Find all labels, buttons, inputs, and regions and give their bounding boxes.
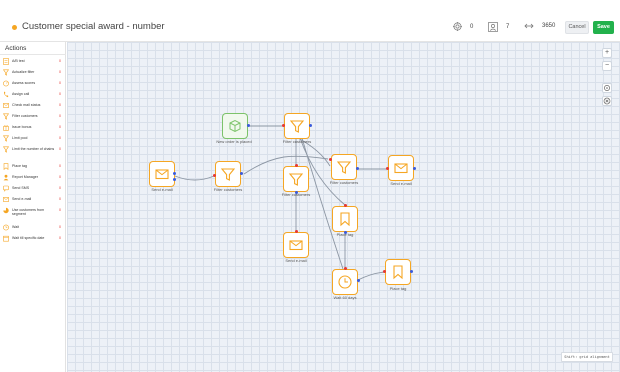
node-place-tag-mid[interactable] xyxy=(332,206,358,232)
node-label: Send e-mail xyxy=(390,181,412,186)
port-out[interactable] xyxy=(357,279,360,282)
mail-icon xyxy=(155,169,169,180)
node-label: Filter customers xyxy=(281,192,311,197)
port-in[interactable] xyxy=(344,267,347,270)
port-out[interactable] xyxy=(247,124,250,127)
filter-icon xyxy=(220,168,236,181)
node-filter-top[interactable] xyxy=(284,113,310,139)
port-in[interactable] xyxy=(295,164,298,167)
filter-icon xyxy=(288,173,304,186)
node-label: Filter customers xyxy=(282,139,312,144)
port-in[interactable] xyxy=(386,167,389,170)
node-send-mail-bottom[interactable] xyxy=(283,232,309,258)
mail-icon xyxy=(289,240,303,251)
app-window: Customer special award - number 0 7 3650… xyxy=(0,0,620,372)
node-send-mail-left[interactable] xyxy=(149,161,175,187)
node-label: Place tag xyxy=(389,286,407,291)
port-in[interactable] xyxy=(344,204,347,207)
box-icon xyxy=(229,119,241,133)
node-label: Send e-mail xyxy=(151,187,173,192)
tag-icon xyxy=(393,265,403,280)
node-filter-mid[interactable] xyxy=(283,166,309,192)
node-wait[interactable] xyxy=(332,269,358,295)
close-circle-icon xyxy=(603,97,611,105)
node-label: Send e-mail xyxy=(285,258,307,263)
filter-icon xyxy=(336,161,352,174)
grid-alignment-hint: Shift: grid alignment xyxy=(561,352,613,362)
node-label: Wait 60 days xyxy=(333,295,357,300)
filter-icon xyxy=(289,120,305,133)
target-icon xyxy=(604,85,610,91)
tag-icon xyxy=(340,212,350,227)
port-in[interactable] xyxy=(213,174,216,177)
port-in[interactable] xyxy=(295,230,298,233)
port-in[interactable] xyxy=(329,158,332,161)
node-place-tag-right[interactable] xyxy=(385,259,411,285)
node-label: New order is placed xyxy=(216,139,252,144)
port-out[interactable] xyxy=(173,172,176,175)
zoom-in-button[interactable]: + xyxy=(602,48,612,58)
node-label: Filter customers xyxy=(213,187,243,192)
node-filter-left[interactable] xyxy=(215,161,241,187)
port-out[interactable] xyxy=(410,270,413,273)
fit-view-button[interactable] xyxy=(602,83,612,93)
reset-view-button[interactable] xyxy=(602,96,612,106)
node-new-order[interactable] xyxy=(222,113,248,139)
zoom-out-button[interactable]: − xyxy=(602,61,612,71)
mail-icon xyxy=(394,163,408,174)
port-in[interactable] xyxy=(282,124,285,127)
port-out[interactable] xyxy=(356,167,359,170)
node-label: Filter customers xyxy=(329,180,359,185)
port-out[interactable] xyxy=(413,167,416,170)
port-out[interactable] xyxy=(173,178,176,181)
port-out[interactable] xyxy=(240,172,243,175)
wire-mail-to-filter xyxy=(174,175,215,181)
port-out[interactable] xyxy=(309,124,312,127)
clock-icon xyxy=(338,275,352,289)
connection-lines xyxy=(174,125,387,281)
port-in[interactable] xyxy=(383,270,386,273)
node-send-mail-right[interactable] xyxy=(388,155,414,181)
node-filter-right[interactable] xyxy=(331,154,357,180)
wire-wait-to-tag xyxy=(357,271,386,281)
node-label: Place tag xyxy=(336,232,354,237)
